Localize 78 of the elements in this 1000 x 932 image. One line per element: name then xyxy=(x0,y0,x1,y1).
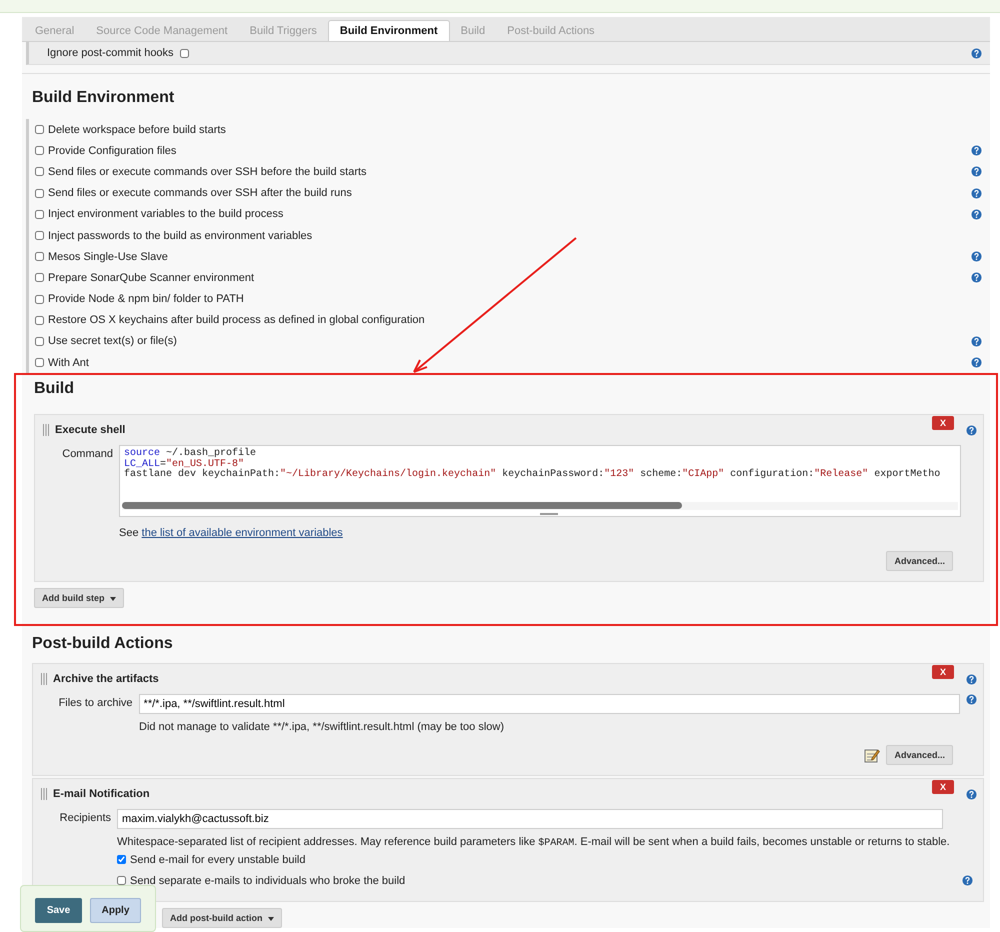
option-label: Provide Node & npm bin/ folder to PATH xyxy=(48,293,244,306)
step-title: E-mail Notification xyxy=(53,788,150,800)
option-label: Mesos Single-Use Slave xyxy=(48,250,168,263)
option-label: Restore OS X keychains after build process as defined in global configuration xyxy=(48,314,425,326)
delete-button[interactable]: X xyxy=(932,665,954,680)
help-icon[interactable] xyxy=(971,48,982,58)
help-icon[interactable] xyxy=(966,788,977,800)
tab[interactable]: Build Environment xyxy=(328,20,450,41)
help-icon[interactable] xyxy=(971,251,982,262)
checkbox[interactable] xyxy=(180,48,189,58)
checkbox[interactable] xyxy=(35,167,44,176)
section-heading: Post-build Actions xyxy=(31,634,174,654)
option-label: Send files or execute commands over SSH after the build runs xyxy=(48,187,352,200)
caret-icon xyxy=(268,916,274,921)
caret-icon xyxy=(110,596,116,601)
option-label: Provide Configuration files xyxy=(48,144,176,157)
option-label: With Ant xyxy=(48,356,89,369)
checkbox[interactable] xyxy=(117,855,126,864)
checkbox[interactable] xyxy=(35,231,44,240)
help-icon[interactable] xyxy=(971,166,982,178)
apply-button[interactable]: Apply xyxy=(90,898,141,923)
advanced-button[interactable]: Advanced... xyxy=(886,745,953,766)
checkbox[interactable] xyxy=(35,252,44,262)
step-title: Archive the artifacts xyxy=(53,673,159,686)
help-icon[interactable] xyxy=(971,188,982,199)
option-label: Ignore post-commit hooks xyxy=(47,47,174,59)
drag-handle-icon[interactable] xyxy=(41,673,47,686)
resize-handle[interactable] xyxy=(540,513,558,516)
help-icon[interactable] xyxy=(971,336,982,347)
checkbox[interactable] xyxy=(35,210,44,219)
option-label: Send separate e-mails to individuals who broke the build xyxy=(130,874,406,887)
help-text: Whitespace-separated list of recipient addresses. May reference build parameters like $PARAM. E-mail will be sent when a build fails, becomes unstable or returns to stable. xyxy=(116,835,951,850)
section-heading: Build xyxy=(34,379,75,400)
drag-handle-icon[interactable] xyxy=(41,788,47,800)
option-label: Use secret text(s) or file(s) xyxy=(48,335,177,348)
help-icon[interactable] xyxy=(962,875,973,886)
field-label: Files to archive xyxy=(58,696,133,710)
help-icon[interactable] xyxy=(971,357,982,368)
command-editor[interactable]: source ~/.bash_profile LC_ALL="en_US.UTF-8" fastlane dev keychainPath:"~/Library/Keychains/login.keychain" keychainPassword:"123" scheme:"CIApp" configuration:"Release" exportMetho xyxy=(119,445,961,518)
checkbox[interactable] xyxy=(35,336,44,346)
help-text: See xyxy=(119,527,139,540)
option-label: Prepare SonarQube Scanner environment xyxy=(48,272,254,284)
input-field[interactable]: maxim.vialykh@cactussoft.biz xyxy=(117,809,943,830)
add-build-step-button[interactable]: Add build step xyxy=(34,588,124,608)
checkbox[interactable] xyxy=(35,358,44,368)
add-post-build-action-button[interactable]: Add post-build action xyxy=(162,908,282,928)
checkbox[interactable] xyxy=(35,188,44,198)
help-icon[interactable] xyxy=(971,208,982,220)
option-label: Send files or execute commands over SSH before the build starts xyxy=(48,166,367,178)
option-label: Inject passwords to the build as environment variables xyxy=(48,230,312,242)
help-icon[interactable] xyxy=(971,272,982,284)
notepad-icon[interactable] xyxy=(864,747,880,764)
help-icon[interactable] xyxy=(966,674,977,685)
option-label: Delete workspace before build starts xyxy=(48,124,226,136)
checkbox[interactable] xyxy=(35,146,44,156)
checkbox[interactable] xyxy=(35,294,44,304)
link[interactable]: the list of available environment variables xyxy=(142,527,343,540)
checkbox[interactable] xyxy=(35,273,44,282)
field-label: Command xyxy=(61,447,113,460)
scrollbar[interactable] xyxy=(122,502,958,510)
checkbox[interactable] xyxy=(35,316,44,325)
validation-message: Did not manage to validate **/*.ipa, **/swiftlint.result.html (may be too slow) xyxy=(138,720,505,734)
input-field[interactable]: **/*.ipa, **/swiftlint.result.html xyxy=(138,694,960,714)
checkbox[interactable] xyxy=(35,125,44,134)
save-button[interactable]: Save xyxy=(35,898,82,923)
checkbox[interactable] xyxy=(117,876,126,886)
delete-button[interactable]: X xyxy=(932,780,954,794)
help-icon[interactable] xyxy=(966,424,977,436)
option-label: Inject environment variables to the build process xyxy=(48,208,284,220)
help-icon[interactable] xyxy=(966,694,977,706)
step-title: Execute shell xyxy=(55,424,126,436)
help-icon[interactable] xyxy=(971,145,982,156)
option-label: Send e-mail for every unstable build xyxy=(130,854,306,866)
advanced-button[interactable]: Advanced... xyxy=(886,551,953,572)
field-label: Recipients xyxy=(58,811,111,824)
section-heading: Build Environment xyxy=(22,73,990,119)
drag-handle-icon[interactable] xyxy=(43,424,49,436)
delete-button[interactable]: X xyxy=(932,416,954,430)
